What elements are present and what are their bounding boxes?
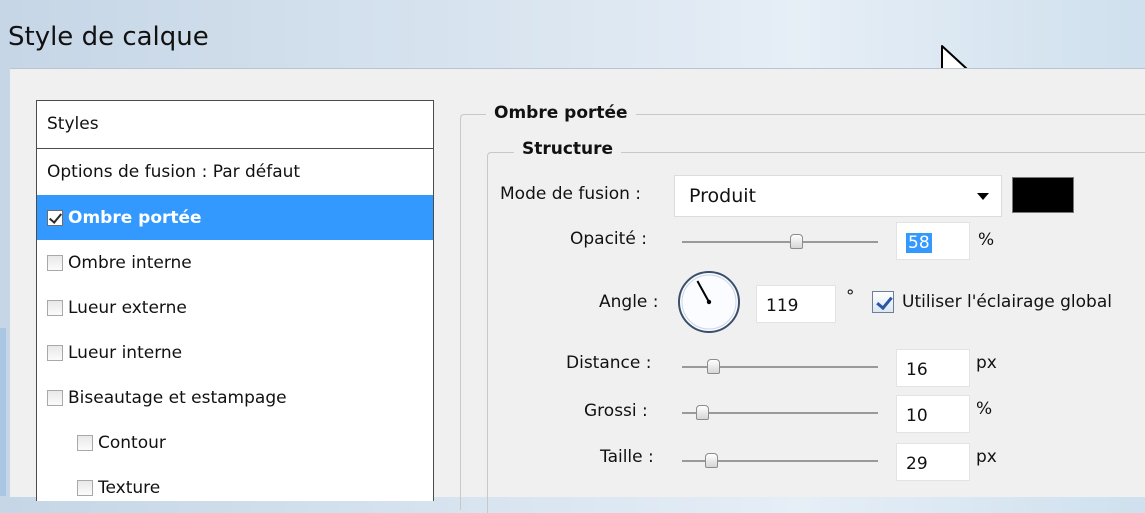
- opacity-slider-thumb[interactable]: [789, 234, 803, 249]
- drop-shadow-title: Ombre portée: [486, 103, 636, 123]
- distance-input[interactable]: 16: [896, 349, 970, 387]
- blend-mode-value: Produit: [689, 185, 756, 207]
- angle-label: Angle :: [599, 292, 659, 312]
- size-slider-thumb[interactable]: [705, 453, 719, 468]
- blend-mode-select[interactable]: Produit: [674, 175, 1002, 217]
- style-checkbox[interactable]: [77, 434, 93, 451]
- size-label: Taille :: [600, 447, 654, 467]
- style-checkbox[interactable]: [47, 389, 63, 406]
- title-bar: Style de calque: [0, 0, 1145, 87]
- chevron-down-icon: [977, 193, 989, 200]
- styles-list-item[interactable]: Texture: [37, 465, 433, 510]
- opacity-value: 58: [906, 233, 932, 253]
- styles-list-item-label: Ombre interne: [68, 252, 192, 273]
- spread-unit: %: [976, 399, 993, 419]
- styles-list-header[interactable]: Styles: [37, 101, 433, 149]
- styles-list-item-label: Texture: [98, 477, 161, 498]
- structure-title: Structure: [514, 139, 622, 159]
- styles-list-item[interactable]: Options de fusion : Par défaut: [37, 149, 433, 195]
- spread-value: 10: [906, 406, 928, 426]
- styles-list-item[interactable]: Contour: [37, 420, 433, 465]
- styles-list-item-label: Options de fusion : Par défaut: [47, 162, 301, 182]
- styles-list-item-label: Lueur interne: [68, 342, 183, 363]
- opacity-input[interactable]: 58: [896, 222, 970, 260]
- opacity-unit: %: [978, 230, 995, 250]
- spread-slider-track[interactable]: [682, 412, 878, 414]
- styles-list-item-label: Contour: [98, 432, 166, 453]
- styles-list-item[interactable]: Ombre interne: [37, 240, 433, 285]
- style-checkbox[interactable]: [77, 479, 93, 496]
- spread-slider-thumb[interactable]: [695, 405, 709, 420]
- style-checkbox[interactable]: [47, 299, 63, 316]
- size-unit: px: [976, 447, 997, 467]
- style-checkbox[interactable]: [47, 344, 63, 361]
- styles-list-item[interactable]: Biseautage et estampage: [37, 375, 433, 420]
- size-value: 29: [906, 454, 928, 474]
- style-checkbox[interactable]: [47, 254, 63, 271]
- opacity-label: Opacité :: [570, 229, 647, 249]
- distance-unit: px: [976, 353, 997, 373]
- use-global-light-label[interactable]: Utiliser l'éclairage global: [902, 292, 1112, 312]
- styles-list-item-label: Lueur externe: [68, 297, 187, 318]
- shadow-color-swatch[interactable]: [1012, 177, 1074, 213]
- distance-value: 16: [906, 360, 928, 380]
- distance-slider-thumb[interactable]: [707, 359, 721, 374]
- styles-list-item[interactable]: Ombre portée: [37, 195, 433, 240]
- style-checkbox[interactable]: [47, 209, 63, 226]
- styles-list: Styles Options de fusion : Par défaut Omb…: [36, 100, 434, 501]
- spread-input[interactable]: 10: [896, 395, 970, 433]
- opacity-slider-track[interactable]: [682, 241, 878, 243]
- styles-list-item-label: Biseautage et estampage: [68, 387, 287, 408]
- angle-value: 119: [766, 296, 799, 316]
- distance-label: Distance :: [566, 353, 652, 373]
- styles-list-item-label: Ombre portée: [68, 207, 202, 228]
- use-global-light-checkbox[interactable]: [872, 291, 894, 313]
- angle-degree-unit: °: [846, 287, 855, 307]
- styles-list-item[interactable]: Lueur interne: [37, 330, 433, 375]
- background-window-edge: [0, 328, 6, 496]
- blend-mode-label: Mode de fusion :: [500, 184, 642, 204]
- window-title: Style de calque: [8, 22, 209, 52]
- angle-dial[interactable]: [676, 269, 742, 335]
- styles-list-item[interactable]: Lueur externe: [37, 285, 433, 330]
- layer-style-dialog: Styles Options de fusion : Par défaut Omb…: [10, 68, 1145, 513]
- angle-input[interactable]: 119: [756, 285, 836, 323]
- size-input[interactable]: 29: [896, 443, 970, 481]
- spread-label: Grossi :: [584, 401, 648, 421]
